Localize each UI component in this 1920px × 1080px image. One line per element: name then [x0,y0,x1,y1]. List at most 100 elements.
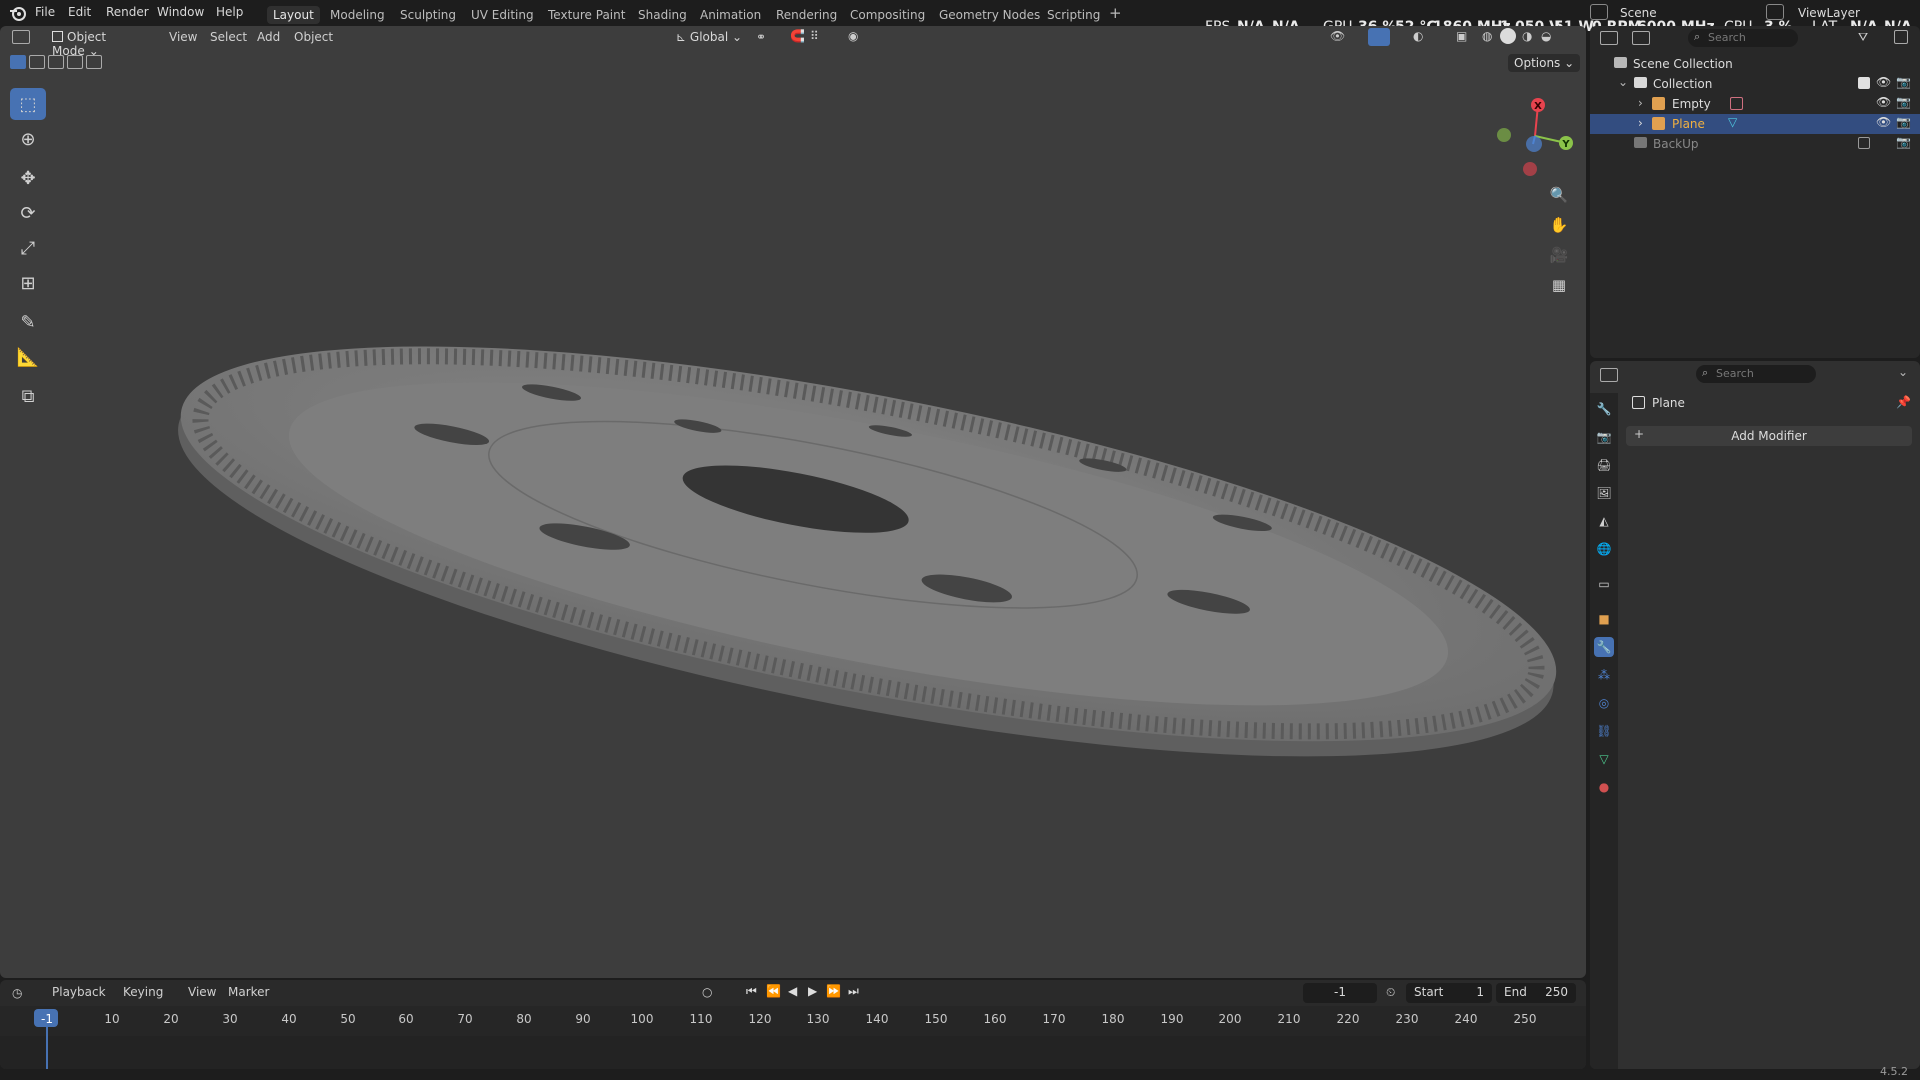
viewport-menu-object[interactable]: Object [294,30,333,44]
viewport-menu-view[interactable]: View [169,30,197,44]
next-keyframe-icon[interactable]: ⏩ [826,984,841,998]
tab-tool-icon[interactable]: 🔧 [1594,399,1614,419]
timeline-menu-view[interactable]: View [188,985,216,999]
zoom-button[interactable]: 🔍 [1545,181,1573,209]
editor-type-icon[interactable] [12,30,30,44]
eye-icon[interactable]: 👁 [1876,95,1891,109]
timeline-menu-keying[interactable]: Keying [123,985,163,999]
tool-select-box[interactable]: ⬚ [10,88,46,120]
chevron-down-icon[interactable]: ⌄ [1898,365,1908,379]
navigation-gizmo[interactable]: X Y [1490,86,1586,196]
add-workspace-icon[interactable]: + [1109,4,1122,22]
tab-modifiers-icon[interactable]: 🔧 [1594,637,1614,657]
viewport-menu-select[interactable]: Select [210,30,247,44]
options-dropdown[interactable]: Options ⌄ [1508,54,1581,72]
outliner-row-collection[interactable]: ⌄ Collection 👁 📷 [1590,74,1920,94]
tab-animation[interactable]: Animation [694,6,767,24]
tool-measure[interactable]: 📐 [10,341,46,373]
tab-shading[interactable]: Shading [632,6,693,24]
menu-edit[interactable]: Edit [68,5,91,19]
shading-rendered-icon[interactable]: ◒ [1541,29,1551,43]
preview-range-icon[interactable]: ⏲ [1386,985,1395,1000]
outliner-search[interactable]: ⌕ Search [1688,29,1798,47]
menu-help[interactable]: Help [216,5,243,19]
auto-keying-icon[interactable]: ○ [702,985,712,999]
snap-icon[interactable]: 🧲 [790,29,805,43]
gizmo-toggle-icon[interactable] [1368,28,1390,46]
end-frame-field[interactable]: End 250 [1496,983,1576,1003]
camera-render-icon[interactable]: 📷 [1896,115,1911,129]
timeline-menu-playback[interactable]: Playback [52,985,106,999]
tab-texture-paint[interactable]: Texture Paint [542,6,631,24]
viewport-menu-add[interactable]: Add [257,30,280,44]
select-extend-icon[interactable] [29,55,45,69]
prev-keyframe-icon[interactable]: ⏪ [766,984,781,998]
select-invert-icon[interactable] [67,55,83,69]
camera-render-icon[interactable]: 📷 [1896,75,1911,89]
jump-end-icon[interactable]: ⏭ [848,984,859,999]
current-frame-field[interactable]: -1 [1303,983,1377,1003]
camera-render-icon[interactable]: 📷 [1896,135,1911,149]
tab-view-layer-icon[interactable]: 🖼 [1594,483,1614,503]
tab-output-icon[interactable]: 🖨 [1594,455,1614,475]
tool-cursor[interactable]: ⊕ [10,123,46,155]
tab-particles-icon[interactable]: ⁂ [1594,665,1614,685]
tab-physics-icon[interactable]: ◎ [1594,693,1614,713]
tool-transform[interactable]: ⊞ [10,267,46,299]
timeline-menu-marker[interactable]: Marker [228,985,269,999]
tab-compositing[interactable]: Compositing [844,6,931,24]
tab-layout[interactable]: Layout [267,6,320,24]
transform-orientation-dropdown[interactable]: ⊾ Global ⌄ [670,28,748,48]
3d-viewport[interactable]: Object Mode ⌄ View Select Add Object ⊾ Gl… [0,26,1586,978]
shading-wireframe-icon[interactable]: ◍ [1482,29,1492,43]
tab-render-icon[interactable]: 📷 [1594,427,1614,447]
menu-render[interactable]: Render [106,5,149,19]
select-subtract-icon[interactable] [48,55,64,69]
tool-annotate[interactable]: ✎ [10,306,46,338]
pivot-icon[interactable]: ⚭ [756,30,766,44]
camera-view-button[interactable]: 🎥 [1545,241,1573,269]
eye-icon[interactable]: 👁 [1876,75,1891,89]
disc-model[interactable] [170,326,1586,786]
tab-geometry-nodes[interactable]: Geometry Nodes [933,6,1046,24]
camera-render-icon[interactable]: 📷 [1896,95,1911,109]
properties-editor-icon[interactable] [1600,368,1618,382]
view-layer-icon[interactable] [1766,4,1784,20]
tab-material-icon[interactable]: ● [1594,777,1614,797]
play-reverse-icon[interactable]: ◀ [788,984,797,998]
tool-move[interactable]: ✥ [10,162,46,194]
start-frame-field[interactable]: Start 1 [1406,983,1492,1003]
shading-material-icon[interactable]: ◑ [1522,29,1532,43]
blender-logo-icon[interactable] [9,4,27,22]
include-checkbox-icon[interactable] [1858,77,1870,89]
tab-scripting[interactable]: Scripting [1041,6,1106,24]
jump-start-icon[interactable]: ⏮ [746,984,757,999]
object-visibility-icon[interactable]: 👁 [1330,29,1345,43]
tool-rotate[interactable]: ⟳ [10,197,46,229]
menu-file[interactable]: File [35,5,55,19]
pan-button[interactable]: ✋ [1545,211,1573,239]
mode-dropdown[interactable]: Object Mode ⌄ [46,28,156,58]
new-collection-icon[interactable] [1894,30,1908,44]
filter-icon[interactable]: ⛛ [1858,30,1868,45]
tab-constraints-icon[interactable]: ⛓ [1594,721,1614,741]
select-intersect-icon[interactable] [86,55,102,69]
tab-world-icon[interactable]: 🌐 [1594,539,1614,559]
proportional-edit-icon[interactable]: ◉ [848,29,858,43]
properties-search[interactable]: ⌕ Search [1696,365,1816,383]
scene-name-field[interactable]: Scene [1620,6,1657,20]
tab-uv-editing[interactable]: UV Editing [465,6,540,24]
tab-data-icon[interactable]: ▽ [1594,749,1614,769]
xray-icon[interactable]: ▣ [1456,29,1467,43]
add-modifier-button[interactable]: + Add Modifier [1626,426,1912,446]
scene-selector-icon[interactable] [1590,4,1608,20]
outliner-row-plane[interactable]: › Plane ▽ 👁 📷 [1590,114,1920,134]
tab-object-icon[interactable]: ■ [1594,609,1614,629]
select-new-icon[interactable] [10,55,26,69]
tool-scale[interactable]: ⤢ [10,232,46,264]
outliner-row-backup[interactable]: BackUp 📷 [1590,134,1920,154]
tool-add-cube[interactable]: ⧉ [10,380,46,412]
overlay-toggle-icon[interactable]: ◐ [1413,29,1423,43]
tab-rendering[interactable]: Rendering [770,6,843,24]
tab-collection-icon[interactable]: ▭ [1594,574,1614,594]
